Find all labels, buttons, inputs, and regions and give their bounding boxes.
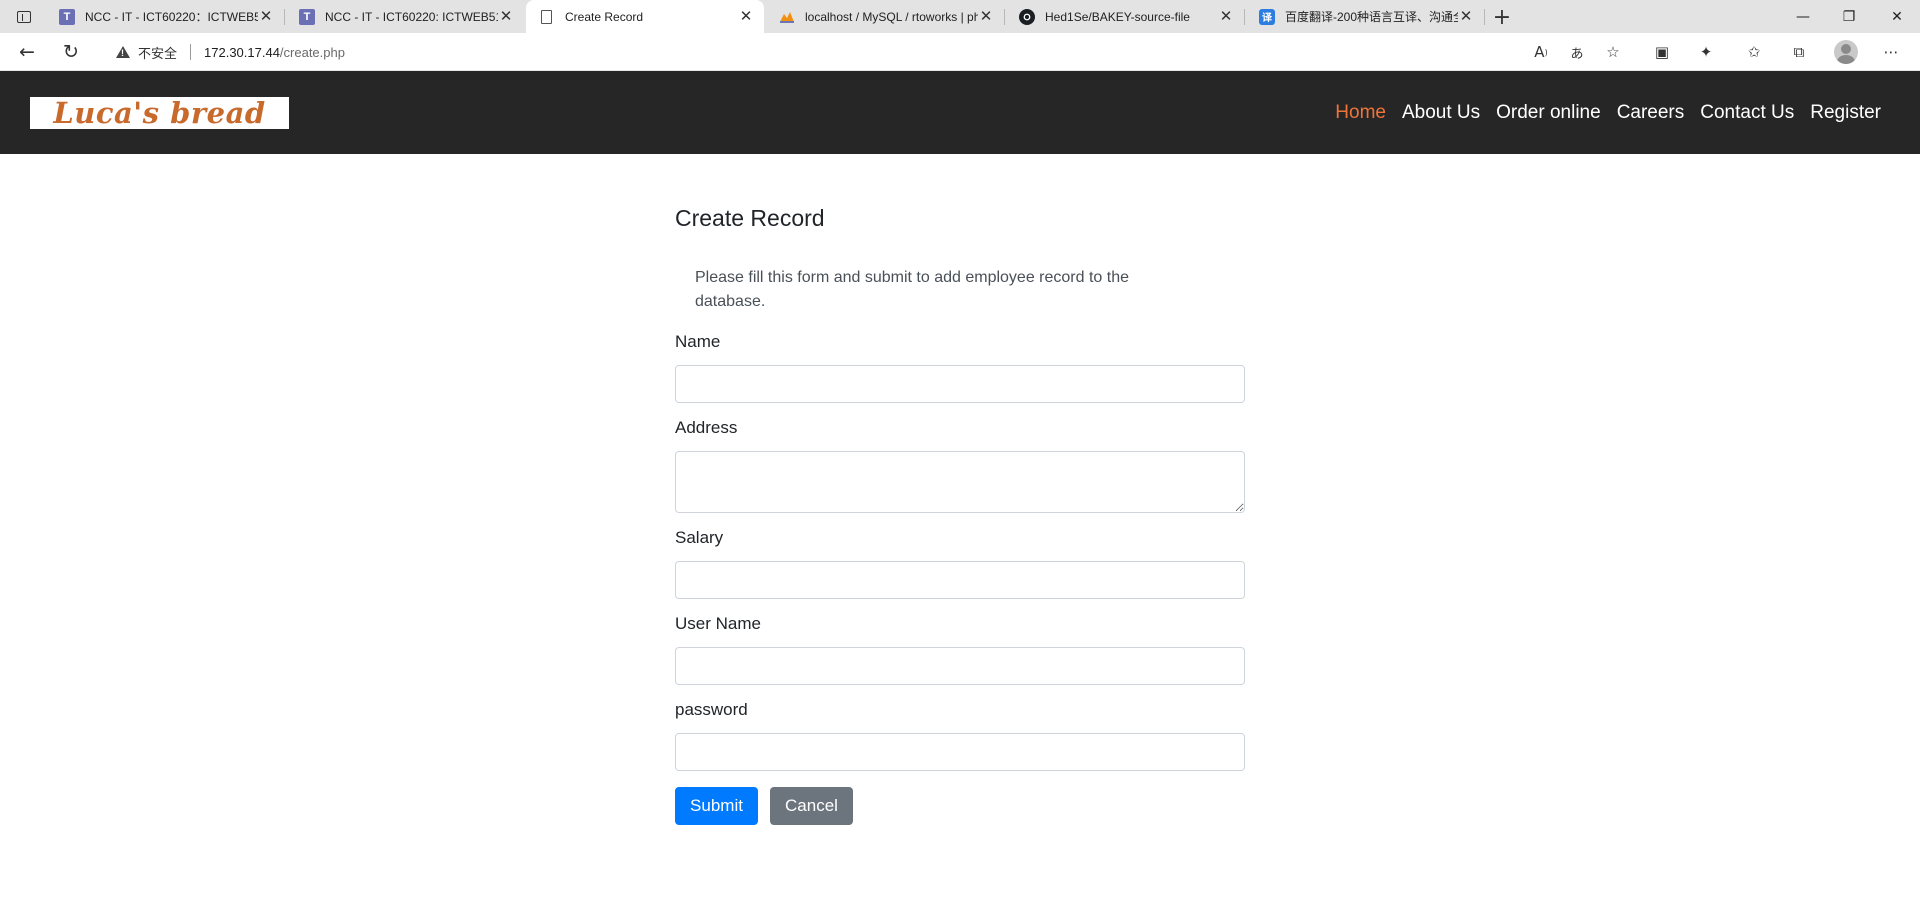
- salary-label: Salary: [675, 528, 724, 547]
- close-tab-icon[interactable]: ✕: [258, 9, 274, 25]
- url-host[interactable]: 172.30.17.44: [204, 45, 280, 60]
- more-options-icon[interactable]: ⋯: [1878, 39, 1904, 65]
- nav-order-online[interactable]: Order online: [1496, 102, 1601, 124]
- nav-home[interactable]: Home: [1335, 102, 1386, 124]
- minimize-button[interactable]: —: [1780, 0, 1826, 33]
- browser-toolbar: ← ↻ ! 不安全 172.30.17.44 /create.php A) あ …: [0, 33, 1920, 71]
- close-window-button[interactable]: ✕: [1874, 0, 1920, 33]
- nav-careers[interactable]: Careers: [1617, 102, 1685, 124]
- address-separator: [190, 44, 192, 60]
- close-tab-icon[interactable]: ✕: [1458, 9, 1474, 25]
- site-navbar: Luca's bread Home About Us Order online …: [0, 71, 1920, 154]
- logo-text: Luca's bread: [53, 96, 266, 130]
- translate-icon[interactable]: あ: [1564, 39, 1590, 65]
- tab-title: localhost / MySQL / rtoworks | phpMyAdmi…: [805, 9, 978, 24]
- password-label: password: [675, 700, 748, 719]
- document-icon: [541, 9, 552, 24]
- browser-tab-5[interactable]: Hed1Se/BAKEY-source-file ✕: [1006, 0, 1245, 33]
- tab-separator: [1244, 9, 1245, 25]
- phpmyadmin-icon: [779, 9, 795, 25]
- minimize-icon: —: [1796, 8, 1810, 25]
- tab-title: NCC - IT - ICT60220：ICTWEB514: [85, 10, 258, 24]
- tab-title: NCC - IT - ICT60220: ICTWEB513: [325, 9, 498, 24]
- back-arrow-icon: ←: [19, 41, 35, 63]
- browser-tab-6[interactable]: 译 百度翻译-200种语言互译、沟通全世界！ ✕: [1246, 0, 1485, 33]
- tab-separator: [284, 9, 285, 25]
- name-input[interactable]: [675, 365, 1245, 403]
- browser-tab-3-active[interactable]: Create Record ✕: [526, 0, 764, 33]
- browser-tab-1[interactable]: T NCC - IT - ICT60220：ICTWEB514 ✕: [46, 0, 285, 33]
- tab-actions-icon: [17, 11, 31, 23]
- address-label: Address: [675, 418, 738, 437]
- main-menu: Home About Us Order online Careers Conta…: [1335, 71, 1881, 154]
- nav-about-us[interactable]: About Us: [1402, 102, 1480, 124]
- close-tab-icon[interactable]: ✕: [498, 9, 514, 25]
- teams-icon: T: [299, 8, 315, 25]
- tab-title: Create Record: [565, 9, 644, 24]
- profile-avatar[interactable]: [1834, 40, 1858, 64]
- nav-register[interactable]: Register: [1810, 102, 1881, 124]
- restore-icon: ❐: [1842, 8, 1856, 25]
- browser-tab-4[interactable]: localhost / MySQL / rtoworks | phpMyAdmi…: [766, 0, 1005, 33]
- github-icon: [1019, 8, 1035, 25]
- restore-button[interactable]: ❐: [1826, 0, 1872, 33]
- browser-essentials-icon[interactable]: ▣: [1649, 39, 1675, 65]
- form-intro-text: Please fill this form and submit to add …: [695, 269, 1129, 310]
- close-icon: ✕: [1891, 8, 1903, 25]
- close-tab-icon[interactable]: ✕: [738, 9, 754, 25]
- site-logo[interactable]: Luca's bread: [30, 96, 289, 130]
- browser-tab-strip: T NCC - IT - ICT60220：ICTWEB514 ✕ T NCC …: [0, 0, 1920, 33]
- password-input[interactable]: [675, 733, 1245, 771]
- read-aloud-icon[interactable]: A): [1528, 39, 1554, 65]
- nav-contact-us[interactable]: Contact Us: [1700, 102, 1794, 124]
- teams-icon: T: [59, 8, 75, 25]
- reload-icon: ↻: [63, 41, 79, 63]
- submit-button[interactable]: Submit: [675, 787, 758, 825]
- address-textarea[interactable]: [675, 451, 1245, 513]
- page-title: Create Record: [675, 205, 825, 231]
- tab-actions-button[interactable]: [10, 5, 38, 29]
- reload-button[interactable]: ↻: [56, 37, 86, 67]
- salary-input[interactable]: [675, 561, 1245, 599]
- url-path[interactable]: /create.php: [280, 45, 345, 60]
- username-input[interactable]: [675, 647, 1245, 685]
- name-label: Name: [675, 332, 721, 351]
- new-tab-button[interactable]: +: [1488, 3, 1516, 31]
- cancel-button[interactable]: Cancel: [770, 787, 853, 825]
- security-label[interactable]: 不安全: [138, 43, 177, 62]
- plus-icon: +: [1492, 4, 1512, 30]
- favorites-icon[interactable]: ✩: [1741, 39, 1767, 65]
- add-favorite-icon[interactable]: ☆: [1600, 39, 1626, 65]
- address-bar[interactable]: ! 不安全 172.30.17.44 /create.php: [100, 36, 1605, 68]
- tab-title: 百度翻译-200种语言互译、沟通全世界！: [1285, 10, 1458, 24]
- browser-tab-2[interactable]: T NCC - IT - ICT60220: ICTWEB513 ✕: [286, 0, 524, 33]
- tab-separator: [1004, 9, 1005, 25]
- username-label: User Name: [675, 614, 761, 633]
- warning-icon[interactable]: !: [116, 46, 130, 58]
- tab-title: Hed1Se/BAKEY-source-file: [1045, 9, 1190, 24]
- tab-separator: [1484, 9, 1485, 25]
- collections-icon[interactable]: ⧉: [1786, 39, 1812, 65]
- close-tab-icon[interactable]: ✕: [978, 9, 994, 25]
- extensions-icon[interactable]: ✦: [1693, 39, 1719, 65]
- back-button[interactable]: ←: [12, 37, 42, 67]
- baidu-translate-icon: 译: [1259, 8, 1275, 25]
- close-tab-icon[interactable]: ✕: [1218, 9, 1234, 25]
